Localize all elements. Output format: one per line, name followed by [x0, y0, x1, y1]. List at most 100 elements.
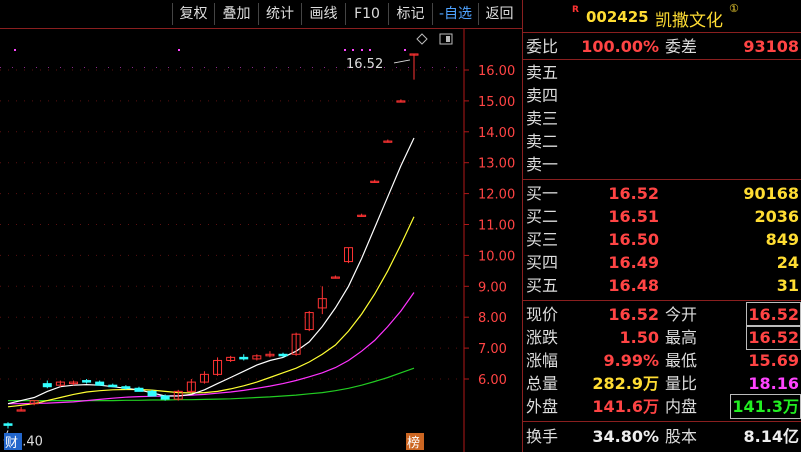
top-dotted-line [228, 67, 229, 68]
price-tick-label: 11.00 [478, 219, 515, 234]
bid-row[interactable]: 买一 16.52 90168 [523, 182, 801, 205]
bid-row[interactable]: 买二 16.51 2036 [523, 205, 801, 228]
top-dotted-line [456, 67, 457, 68]
top-dotted-line [372, 67, 373, 68]
bid-price: 16.49 [608, 253, 659, 272]
candle-body [134, 387, 144, 392]
bid-row[interactable]: 买四 16.49 24 [523, 251, 801, 274]
divider [523, 179, 801, 180]
top-dotted-line [348, 67, 349, 68]
volume-label: 总量 [526, 374, 559, 393]
ask-label: 卖三 [526, 109, 559, 128]
back-button[interactable]: 返回 [478, 3, 520, 25]
change-value: 1.50 [619, 328, 659, 347]
top-dotted-line [0, 67, 1, 68]
weibi-row: 委比 100.00% 委差 93108 [523, 35, 801, 58]
volume-value: 282.9万 [592, 374, 659, 393]
statistics-button[interactable]: 统计 [258, 3, 301, 25]
top-dotted-line [168, 67, 169, 68]
outer-volume-label: 外盘 [526, 397, 559, 416]
price-tick-label: 14.00 [478, 126, 515, 141]
stats-row: 涨跌 1.50 最高 16.52 [523, 325, 801, 350]
top-dotted-line [444, 67, 445, 68]
high-label: 最高 [665, 328, 698, 347]
fuquan-button[interactable]: 复权 [172, 3, 214, 25]
bid-label: 买五 [526, 276, 559, 295]
bid-volume: 2036 [754, 207, 799, 226]
bid-row[interactable]: 买五 16.48 31 [523, 274, 801, 297]
top-dotted-line [252, 67, 253, 68]
shares-value: 8.14亿 [743, 427, 799, 446]
event-marker-dot [14, 49, 16, 51]
event-marker-dot [369, 49, 371, 51]
top-dotted-line [156, 67, 157, 68]
stock-code: 002425 [586, 8, 649, 26]
top-dotted-line [180, 67, 181, 68]
candle-body [160, 395, 170, 400]
candle-body [95, 381, 105, 386]
candle-body [278, 353, 288, 357]
top-dotted-line [192, 67, 193, 68]
price-tick-label: 16.00 [478, 64, 515, 79]
top-dotted-line [324, 67, 325, 68]
change-label: 涨跌 [526, 328, 559, 347]
weibi-value: 100.00% [581, 37, 659, 56]
top-dotted-line [72, 67, 73, 68]
bid-row[interactable]: 买三 16.50 849 [523, 228, 801, 251]
ask-label: 卖四 [526, 86, 559, 105]
price-tick-label: 8.00 [478, 311, 507, 326]
panel-toggle-icon-fill [446, 36, 450, 42]
overlay-button[interactable]: 叠加 [214, 3, 258, 25]
bid-label: 买二 [526, 207, 559, 226]
ask-row[interactable]: 卖一 [523, 153, 801, 176]
turnover-value: 34.80% [592, 427, 659, 446]
ask-row[interactable]: 卖三 [523, 107, 801, 130]
finance-badge: 财 [5, 436, 18, 451]
low-label: 最低 [665, 351, 698, 370]
top-dotted-line [336, 67, 337, 68]
price-tick-label: 9.00 [478, 280, 507, 295]
ranking-badge: 榜 [407, 435, 420, 451]
event-marker-dot [178, 49, 180, 51]
top-dotted-line [144, 67, 145, 68]
candle-body [121, 386, 131, 389]
stock-name[interactable]: 凯撒文化 [655, 6, 723, 31]
kline-chart[interactable]: 16.00 15.00 14.00 13.00 12.00 11.00 10.00 9.00 8… [0, 29, 522, 452]
stats-row: 现价 16.52 今开 16.52 [523, 302, 801, 327]
top-dotted-line [288, 67, 289, 68]
top-dotted-line [360, 67, 361, 68]
top-dotted-line [84, 67, 85, 68]
divider [523, 421, 801, 422]
bid-volume: 849 [765, 230, 799, 249]
current-price-value: 16.52 [608, 305, 659, 324]
mark-button[interactable]: 标记 [388, 3, 432, 25]
f10-button[interactable]: F10 [345, 3, 388, 25]
volume-ratio-value: 18.16 [748, 374, 799, 393]
stats-row: 总量 282.9万 量比 18.16 [523, 372, 801, 395]
outer-volume-value: 141.6万 [592, 397, 659, 416]
ask-row[interactable]: 卖四 [523, 84, 801, 107]
high-value: 16.52 [746, 325, 801, 350]
inner-volume-label: 内盘 [665, 397, 698, 416]
ask-label: 卖五 [526, 63, 559, 82]
remove-watchlist-button[interactable]: -自选 [432, 3, 478, 25]
stock-name-mark: ① [729, 2, 739, 15]
top-dotted-line [408, 67, 409, 68]
ask-row[interactable]: 卖五 [523, 61, 801, 84]
low-value: 15.69 [748, 351, 799, 370]
stock-chart-window: 复权 叠加 统计 画线 F10 标记 -自选 返回 16.00 15.00 14.0… [0, 0, 801, 452]
top-dotted-line [204, 67, 205, 68]
volume-ratio-label: 量比 [665, 374, 698, 393]
ask-label: 卖二 [526, 132, 559, 151]
top-dotted-line [240, 67, 241, 68]
ask-row[interactable]: 卖二 [523, 130, 801, 153]
top-dotted-line [384, 67, 385, 68]
inner-volume-value: 141.3万 [730, 394, 801, 419]
bid-label: 买一 [526, 184, 559, 203]
top-dotted-line [276, 67, 277, 68]
bid-price: 16.51 [608, 207, 659, 226]
top-dotted-line [48, 67, 49, 68]
draw-line-button[interactable]: 画线 [301, 3, 345, 25]
toolbar: 复权 叠加 统计 画线 F10 标记 -自选 返回 [0, 0, 522, 29]
candle-body [108, 384, 118, 388]
